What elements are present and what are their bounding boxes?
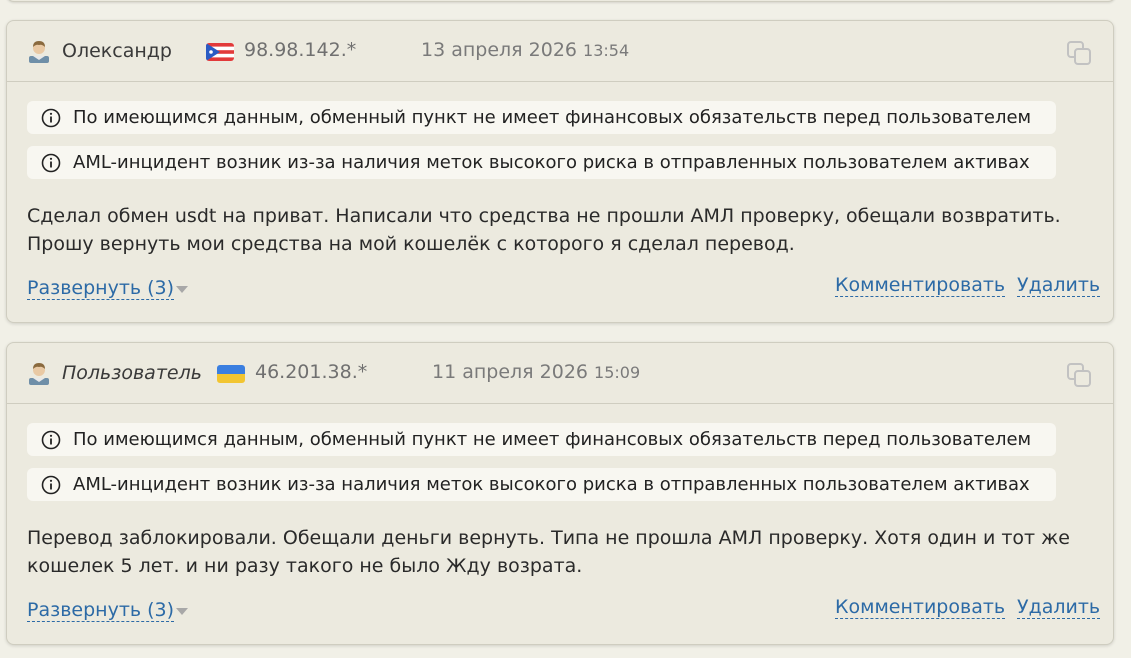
review-text: Сделал обмен usdt на приват. Написали чт…	[27, 205, 1061, 255]
info-icon	[41, 153, 61, 172]
review-text: Перевод заблокировали. Обещали деньги ве…	[27, 527, 1070, 577]
review-date: 13 апреля 2026 13:54	[421, 39, 630, 61]
user-avatar-icon	[29, 363, 49, 385]
delete-link[interactable]: Удалить	[1017, 596, 1101, 619]
info-icon	[41, 430, 61, 449]
review-header: Олександр 98.98.142.* 13 апреля 2026 13:…	[7, 21, 1113, 82]
review-card: Олександр 98.98.142.* 13 апреля 2026 13:…	[6, 20, 1114, 323]
info-icon	[41, 475, 61, 494]
review-header: Пользователь 46.201.38.* 11 апреля 2026 …	[7, 343, 1113, 404]
chevron-down-icon[interactable]	[176, 608, 188, 615]
notice-text: AML-инцидент возник из-за наличия меток …	[73, 152, 1030, 173]
puerto-rico-flag-icon	[206, 43, 234, 61]
author-ip: 46.201.38.*	[255, 361, 368, 383]
author-name: Пользователь	[62, 362, 202, 384]
comment-link[interactable]: Комментировать	[835, 274, 1006, 297]
info-icon	[41, 108, 61, 127]
expand-comments-link[interactable]: Развернуть (3)	[27, 277, 175, 300]
chevron-down-icon[interactable]	[176, 286, 188, 293]
copy-icon[interactable]	[1065, 39, 1093, 67]
user-avatar-icon	[29, 41, 49, 63]
review-time: 13:54	[583, 41, 630, 60]
author-name: Олександр	[62, 40, 172, 62]
copy-icon[interactable]	[1065, 361, 1093, 389]
notice-no-obligations: По имеющимся данным, обменный пункт не и…	[27, 423, 1056, 456]
notice-text: AML-инцидент возник из-за наличия меток …	[73, 474, 1030, 495]
delete-link[interactable]: Удалить	[1017, 274, 1101, 297]
notice-text: По имеющимся данным, обменный пункт не и…	[73, 107, 1032, 128]
notice-aml-incident: AML-инцидент возник из-за наличия меток …	[27, 468, 1056, 501]
ukraine-flag-icon	[217, 365, 245, 383]
review-date: 11 апреля 2026 15:09	[432, 361, 641, 383]
review-time: 15:09	[594, 363, 641, 382]
notice-no-obligations: По имеющимся данным, обменный пункт не и…	[27, 101, 1056, 134]
comment-link[interactable]: Комментировать	[835, 596, 1006, 619]
notice-text: По имеющимся данным, обменный пункт не и…	[73, 429, 1032, 450]
notice-aml-incident: AML-инцидент возник из-за наличия меток …	[27, 146, 1056, 179]
author-ip: 98.98.142.*	[244, 39, 357, 61]
expand-comments-link[interactable]: Развернуть (3)	[27, 599, 175, 622]
review-card: Пользователь 46.201.38.* 11 апреля 2026 …	[6, 342, 1114, 645]
previous-review-card-edge	[6, 0, 1116, 2]
